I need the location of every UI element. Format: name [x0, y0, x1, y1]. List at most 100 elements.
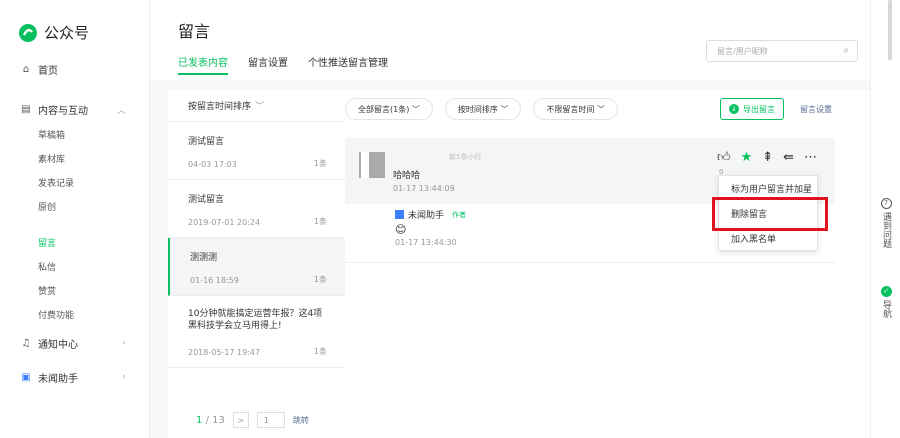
sidebar-item-comments[interactable]: 留言	[0, 230, 150, 254]
reply-header: 未闻助手 作者	[395, 208, 466, 221]
sidebar-item-assistant[interactable]: ▣ 未闻助手 ›	[0, 364, 150, 390]
bell-icon: ♫	[21, 337, 31, 349]
next-page-button[interactable]: >	[232, 412, 249, 428]
pin-top-icon[interactable]: ⇞	[762, 150, 773, 165]
sidebar-item-drafts[interactable]: 草稿箱	[0, 122, 150, 146]
item-count: 1条	[313, 347, 327, 356]
chevron-right-icon: ›	[122, 338, 126, 348]
comment-detail: 全部留言(1条) ﹀ 按时间排序 ﹀ 不限留言时间 ﹀ ↓ 导出留言 留言设置 …	[345, 90, 870, 438]
export-label: 导出留言	[743, 104, 775, 114]
filter-label: 按时间排序	[457, 104, 498, 114]
comment-settings-link[interactable]: 留言设置	[800, 104, 832, 115]
more-icon[interactable]: ⋯	[804, 150, 817, 165]
chevron-down-icon: ﹀	[255, 102, 265, 112]
sidebar-item-appreciation[interactable]: 付费功能	[0, 302, 150, 326]
list-item[interactable]: 测试留言 2019-07-01 20:24 1条	[168, 180, 345, 238]
star-icon[interactable]: ★	[741, 150, 753, 165]
tabs: 已发表内容 留言设置 个性推送留言管理	[178, 54, 388, 75]
sidebar-item-label: 首页	[38, 65, 58, 77]
sidebar-item-messages[interactable]: 私信	[0, 254, 150, 278]
guide-icon: ✓	[880, 286, 892, 297]
filter-sort[interactable]: 按时间排序 ﹀	[444, 98, 522, 120]
right-toolbar: ? 遇到问题 ✓ 导航	[870, 0, 900, 438]
assistant-icon	[395, 210, 404, 219]
search-placeholder: 留言/用户昵称	[717, 46, 768, 56]
article-list: 按留言时间排序 ﹀ 测试留言 04-03 17:03 1条 测试留言 2019-…	[168, 90, 345, 438]
tab-published[interactable]: 已发表内容	[178, 54, 228, 75]
page-title: 留言	[178, 22, 211, 41]
like-icon[interactable]: 👍︎	[717, 150, 731, 165]
chevron-right-icon: ›	[122, 372, 126, 382]
main-header: 留言 已发表内容 留言设置 个性推送留言管理 留言/用户昵称 ⌕	[150, 0, 870, 80]
current-page: 1	[196, 414, 203, 426]
list-item[interactable]: 测试留言 04-03 17:03 1条	[168, 122, 345, 180]
question-icon: ?	[880, 198, 892, 209]
reply-emoji: 😊	[395, 223, 407, 236]
sort-label: 按留言时间排序	[188, 102, 252, 112]
sidebar-item-label: 通知中心	[38, 339, 78, 351]
sidebar-item-label: 内容与互动	[38, 105, 88, 117]
help-button[interactable]: ? 遇到问题	[873, 198, 899, 248]
document-icon: ▤	[21, 103, 31, 115]
avatar-mask	[361, 152, 369, 178]
list-item-selected[interactable]: 测测测 01-16 18:59 1条	[168, 238, 345, 296]
export-button[interactable]: ↓ 导出留言	[720, 98, 784, 120]
search-icon[interactable]: ⌕	[843, 45, 849, 56]
item-date: 01-16 18:59	[190, 276, 239, 285]
item-title: 测测测	[190, 253, 218, 263]
filter-bar: 全部留言(1条) ﹀ 按时间排序 ﹀ 不限留言时间 ﹀	[345, 98, 618, 120]
tab-comment-settings[interactable]: 留言设置	[248, 54, 288, 75]
filter-label: 不限留言时间	[546, 104, 595, 114]
sidebar-item-notices[interactable]: ♫ 通知中心 ›	[0, 330, 150, 356]
filter-all-comments[interactable]: 全部留言(1条) ﹀	[345, 98, 433, 120]
pagination: 1 / 13 > 1 跳转	[168, 412, 345, 428]
guide-button[interactable]: ✓ 导航	[873, 286, 899, 318]
app-name: 公众号	[44, 24, 90, 42]
sidebar-item-label: 未闻助手	[38, 373, 78, 385]
reply-icon[interactable]: ⇚	[783, 150, 794, 165]
item-date: 2019-07-01 20:24	[188, 218, 261, 227]
filter-time[interactable]: 不限留言时间 ﹀	[533, 98, 618, 120]
list-item[interactable]: 10分钟就能搞定运营年报？这4项黑科技学会立马用得上! 2018-05-17 1…	[168, 296, 345, 368]
scrollbar[interactable]	[888, 0, 892, 60]
comment-actions: 👍︎ ★ ⇞ ⇚ ⋯	[717, 150, 817, 165]
tab-personalized[interactable]: 个性推送留言管理	[308, 54, 388, 75]
sidebar: 公众号 ⌂ 首页 ▤ 内容与互动 ︿ 草稿箱 素材库 发表记录 原创 留言 私信…	[0, 0, 150, 438]
item-title: 测试留言	[188, 137, 225, 147]
filter-label: 全部留言(1条)	[358, 104, 410, 114]
item-count: 1条	[313, 275, 327, 284]
author-badge: 作者	[452, 210, 467, 219]
sidebar-item-published[interactable]: 发表记录	[0, 170, 150, 194]
sidebar-item-rewards[interactable]: 赞赏	[0, 278, 150, 302]
item-date: 2018-05-17 19:47	[188, 348, 261, 357]
assistant-icon: ▣	[21, 371, 31, 383]
home-icon: ⌂	[22, 63, 30, 75]
item-title: 测试留言	[188, 195, 225, 205]
comment-text: 哈哈哈	[393, 171, 421, 181]
item-date: 04-03 17:03	[188, 160, 237, 169]
search-input[interactable]: 留言/用户昵称 ⌕	[706, 40, 858, 62]
divider	[345, 262, 835, 263]
author-reply: 未闻助手 作者 😊 01-17 13:44:30	[395, 208, 466, 247]
logo-icon	[19, 23, 37, 42]
jump-button[interactable]: 跳转	[293, 415, 309, 426]
total-pages: / 13	[205, 414, 225, 426]
highlight-box	[712, 197, 828, 231]
item-title: 10分钟就能搞定运营年报？这4项黑科技学会立马用得上!	[188, 309, 323, 331]
guide-label: 导航	[881, 300, 891, 318]
comment-time: 01-17 13:44:09	[393, 184, 455, 193]
sidebar-item-home[interactable]: ⌂ 首页	[0, 56, 150, 82]
download-icon: ↓	[729, 104, 739, 114]
page-input[interactable]: 1	[256, 412, 285, 428]
logo[interactable]: 公众号	[18, 22, 89, 43]
chevron-up-icon: ︿	[116, 105, 126, 116]
page-indicator: 1 / 13	[196, 415, 225, 426]
sidebar-item-materials[interactable]: 素材库	[0, 146, 150, 170]
item-count: 1条	[313, 217, 327, 226]
comment-nickname: 新1条小行	[449, 153, 482, 161]
sidebar-item-original[interactable]: 原创	[0, 194, 150, 218]
sidebar-nav: ⌂ 首页 ▤ 内容与互动 ︿ 草稿箱 素材库 发表记录 原创 留言 私信 赞赏 …	[0, 56, 150, 390]
sidebar-group-content[interactable]: ▤ 内容与互动 ︿	[0, 96, 150, 122]
sort-dropdown[interactable]: 按留言时间排序 ﹀	[168, 90, 345, 122]
reply-time: 01-17 13:44:30	[395, 238, 457, 247]
